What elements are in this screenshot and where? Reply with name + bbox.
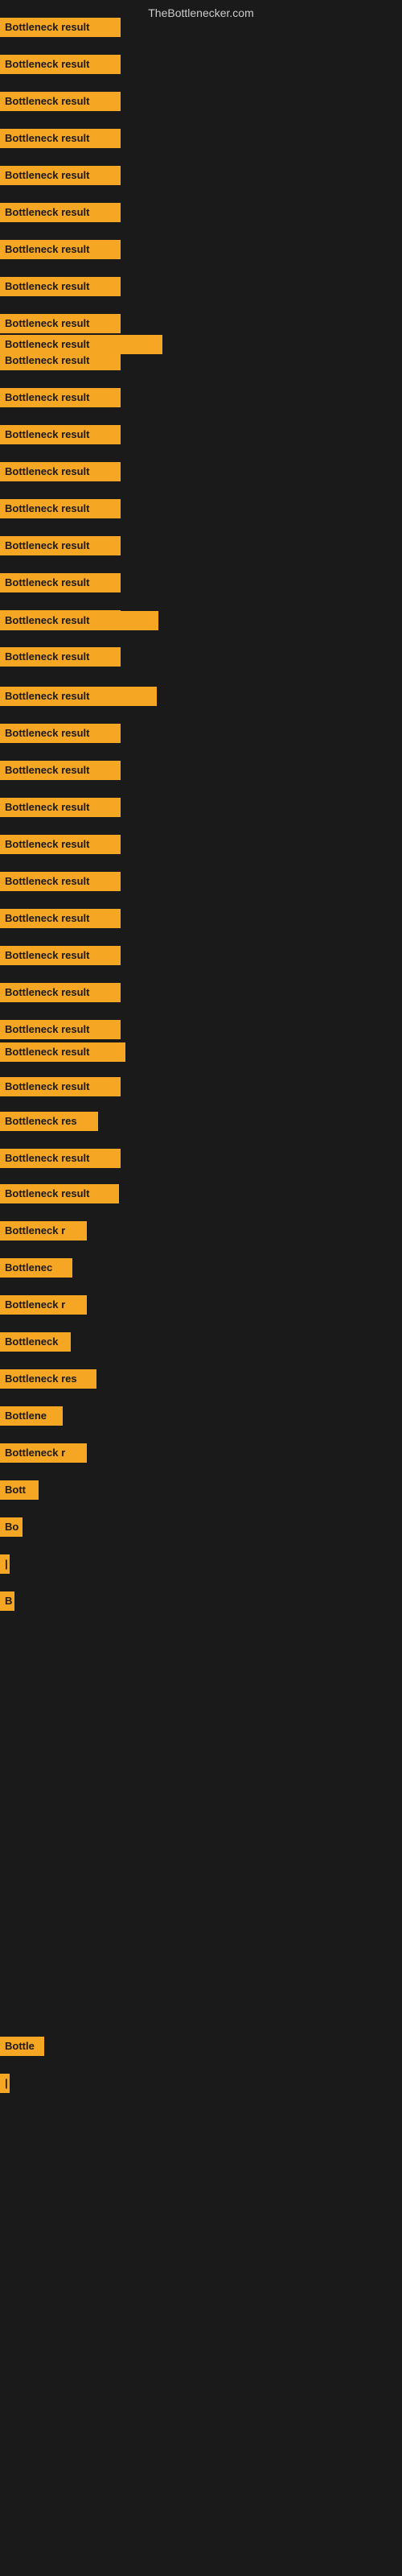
bottleneck-result-item: Bottleneck result [0, 462, 121, 481]
bottleneck-result-item: Bottleneck result [0, 946, 121, 965]
bottleneck-result-item: Bottleneck res [0, 1369, 96, 1389]
bottleneck-result-item: Bottleneck result [0, 240, 121, 259]
bottleneck-result-item: Bottleneck result [0, 872, 121, 891]
bottleneck-result-item: Bottleneck result [0, 835, 121, 854]
bottleneck-result-item: Bottleneck result [0, 1077, 121, 1096]
bottleneck-result-item: Bott [0, 1480, 39, 1500]
bottleneck-result-item: Bottle [0, 2037, 44, 2056]
bottleneck-result-item: Bottleneck result [0, 1184, 119, 1203]
bottleneck-result-item: Bottleneck result [0, 909, 121, 928]
bottleneck-result-item: Bottlene [0, 1406, 63, 1426]
bottleneck-result-item: Bottleneck res [0, 1112, 98, 1131]
bottleneck-result-item: Bottleneck result [0, 92, 121, 111]
bottleneck-result-item: Bottleneck result [0, 18, 121, 37]
bottleneck-result-item: Bottleneck result [0, 166, 121, 185]
bottleneck-result-item: Bottleneck result [0, 536, 121, 555]
bottleneck-result-item: Bottleneck r [0, 1295, 87, 1315]
bottleneck-result-item: Bottleneck result [0, 277, 121, 296]
bottleneck-result-item: Bottleneck result [0, 647, 121, 667]
bottleneck-result-item: B [0, 1591, 14, 1611]
bottleneck-result-item: Bottleneck result [0, 798, 121, 817]
bottleneck-result-item: Bottleneck result [0, 388, 121, 407]
bottleneck-result-item: Bottleneck result [0, 611, 158, 630]
bottleneck-result-item: Bottleneck result [0, 1149, 121, 1168]
bottleneck-result-item: Bottleneck result [0, 499, 121, 518]
bottleneck-result-item: Bottleneck result [0, 1020, 121, 1039]
bottleneck-result-item: Bottleneck result [0, 129, 121, 148]
bottleneck-result-item: Bottleneck result [0, 687, 157, 706]
bottleneck-result-item: Bottleneck result [0, 724, 121, 743]
bottleneck-result-item: | [0, 1554, 10, 1574]
bottleneck-result-item: Bottleneck result [0, 314, 121, 333]
bottleneck-result-item: Bottleneck result [0, 761, 121, 780]
bottleneck-result-item: Bottleneck result [0, 1042, 125, 1062]
bottleneck-result-item: Bo [0, 1517, 23, 1537]
bottleneck-result-item: Bottleneck [0, 1332, 71, 1352]
bottleneck-result-item: Bottleneck result [0, 425, 121, 444]
bottleneck-result-item: Bottleneck result [0, 573, 121, 592]
bottleneck-result-item: Bottleneck r [0, 1443, 87, 1463]
bottleneck-result-item: Bottleneck result [0, 55, 121, 74]
bottleneck-result-item: Bottleneck result [0, 983, 121, 1002]
bottleneck-result-item: Bottleneck result [0, 203, 121, 222]
bottleneck-result-item: Bottlenec [0, 1258, 72, 1278]
bottleneck-result-item: | [0, 2074, 10, 2093]
bottleneck-result-item: Bottleneck result [0, 335, 162, 354]
bottleneck-result-item: Bottleneck r [0, 1221, 87, 1241]
